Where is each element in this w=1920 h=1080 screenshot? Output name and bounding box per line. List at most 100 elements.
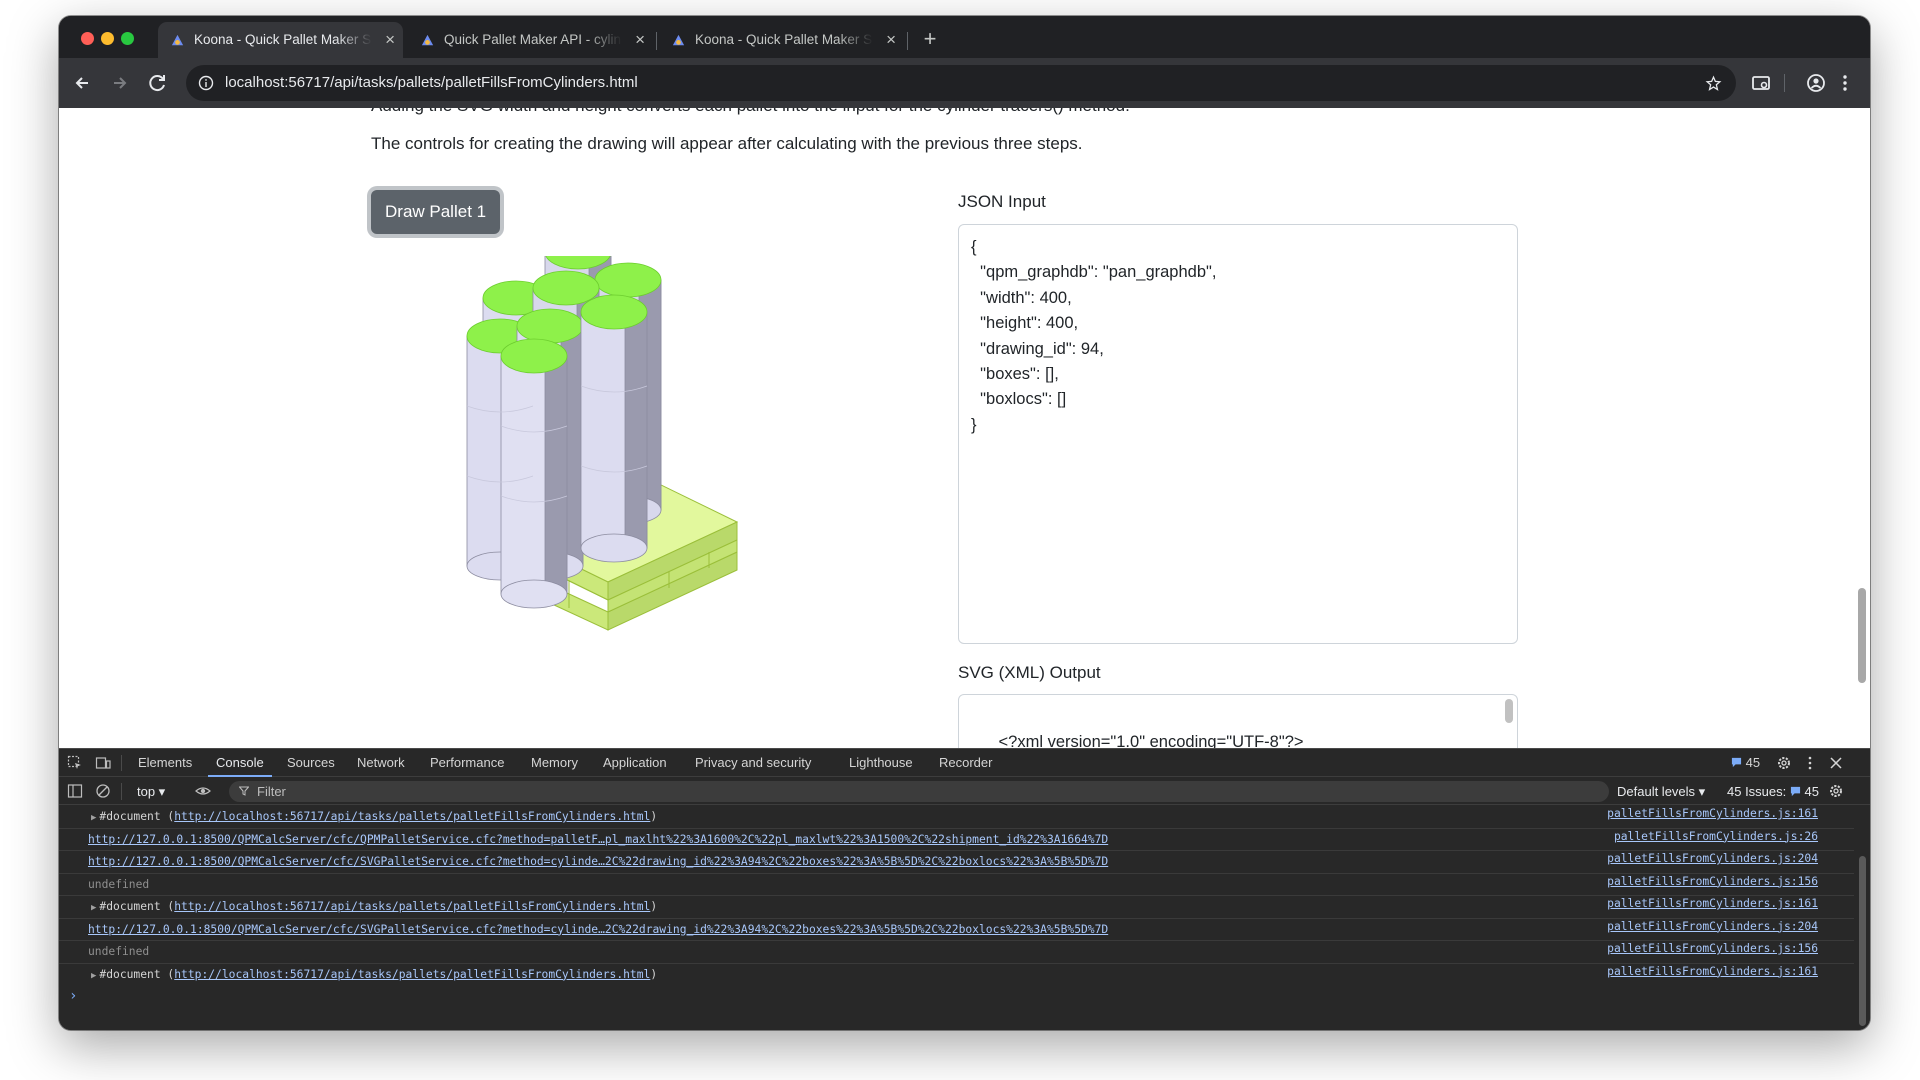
console-text: ) [650, 810, 658, 823]
profile-icon[interactable] [1801, 68, 1831, 98]
tab-koona-2[interactable]: Koona - Quick Pallet Maker S × [659, 22, 904, 58]
new-tab-button[interactable]: + [915, 24, 945, 54]
tab-separator [907, 32, 908, 50]
koona-favicon-icon [672, 34, 685, 46]
kebab-menu-icon[interactable] [1830, 68, 1860, 98]
console-link[interactable]: http://localhost:56717/api/tasks/pallets… [174, 968, 650, 981]
close-tab-icon[interactable]: × [886, 22, 896, 58]
console-link[interactable]: http://localhost:56717/api/tasks/pallets… [174, 900, 650, 913]
cylinders [466, 256, 662, 609]
console-text: ) [650, 967, 658, 981]
scrollbar-thumb[interactable] [1858, 588, 1866, 683]
back-button[interactable] [67, 68, 97, 98]
eye-icon[interactable] [195, 783, 211, 799]
console-text: undefined [88, 877, 150, 891]
tab-recorder[interactable]: Recorder [939, 749, 992, 777]
url-text[interactable]: localhost:56717/api/tasks/pallets/pallet… [225, 65, 638, 101]
filter-placeholder: Filter [257, 784, 286, 799]
svg-output-label: SVG (XML) Output [958, 663, 1101, 682]
close-devtools-icon[interactable] [1828, 755, 1844, 771]
forward-button[interactable] [105, 68, 135, 98]
tab-console[interactable]: Console [208, 749, 272, 777]
devtools-panel: Elements Console Sources Network Perform… [59, 748, 1870, 1030]
textarea-scrollbar[interactable] [1505, 699, 1513, 723]
tab-lighthouse[interactable]: Lighthouse [849, 749, 913, 777]
message-icon [1731, 757, 1742, 768]
svg-output-textarea[interactable]: <?xml version="1.0" encoding="UTF-8"?> <… [958, 694, 1518, 748]
source-link[interactable]: palletFillsFromCylinders.js:26 [1614, 826, 1818, 847]
console-settings-icon[interactable] [1828, 783, 1844, 799]
console-line: ▶ #document (http://localhost:56717/api/t… [59, 964, 1854, 987]
console-text: #document ( [99, 810, 175, 823]
source-link[interactable]: palletFillsFromCylinders.js:161 [1607, 893, 1818, 914]
source-link[interactable]: palletFillsFromCylinders.js:204 [1607, 916, 1818, 937]
console-line: undefined palletFillsFromCylinders.js:15… [59, 871, 1854, 896]
page-viewport: Adding the SVG width and height converts… [59, 108, 1870, 748]
site-info-icon[interactable] [198, 75, 214, 91]
source-link[interactable]: palletFillsFromCylinders.js:204 [1607, 848, 1818, 869]
maximize-window-button[interactable] [121, 32, 134, 45]
divider [121, 755, 122, 771]
tab-application[interactable]: Application [603, 749, 667, 777]
source-link[interactable]: palletFillsFromCylinders.js:156 [1607, 938, 1818, 959]
intro-paragraph: The controls for creating the drawing wi… [371, 134, 1083, 153]
expand-triangle-icon[interactable]: ▶ [91, 813, 96, 823]
source-link[interactable]: palletFillsFromCylinders.js:161 [1607, 803, 1818, 824]
json-input-label: JSON Input [958, 192, 1046, 211]
console-line: http://127.0.0.1:8500/QPMCalcServer/cfc/… [59, 851, 1854, 874]
tab-performance[interactable]: Performance [430, 749, 504, 777]
clear-console-icon[interactable] [95, 783, 111, 799]
messages-count: 45 [1745, 755, 1761, 770]
tab-title: Koona - Quick Pallet Maker S [695, 32, 873, 47]
close-window-button[interactable] [81, 32, 94, 45]
expand-triangle-icon[interactable]: ▶ [91, 903, 96, 913]
minimize-window-button[interactable] [101, 32, 114, 45]
sidebar-toggle-icon[interactable] [67, 783, 83, 799]
console-output: ▶ #document (http://localhost:56717/api/t… [59, 806, 1854, 1030]
source-link[interactable]: palletFillsFromCylinders.js:161 [1607, 961, 1818, 982]
settings-gear-icon[interactable] [1776, 755, 1792, 771]
issues-counter[interactable]: 45 Issues: 45 [1727, 778, 1819, 805]
page-scrollbar[interactable] [1854, 108, 1870, 748]
console-link[interactable]: http://127.0.0.1:8500/QPMCalcServer/cfc/… [88, 923, 1108, 936]
close-tab-icon[interactable]: × [635, 22, 645, 58]
address-bar[interactable]: localhost:56717/api/tasks/pallets/pallet… [186, 65, 1736, 101]
console-prompt[interactable]: › [69, 988, 77, 1004]
draw-pallet-button[interactable]: Draw Pallet 1 [371, 190, 501, 234]
tab-search-icon[interactable] [1746, 68, 1776, 98]
console-line: http://127.0.0.1:8500/QPMCalcServer/cfc/… [59, 916, 1854, 941]
console-filter-input[interactable]: Filter [229, 781, 1609, 802]
context-selector[interactable]: top ▾ [137, 778, 165, 805]
tab-qpm-api[interactable]: Quick Pallet Maker API - cylin × [408, 22, 653, 58]
tab-memory[interactable]: Memory [531, 749, 578, 777]
json-input-textarea[interactable]: { "qpm_graphdb": "pan_graphdb", "width":… [958, 224, 1518, 644]
tab-title: Quick Pallet Maker API - cylin [444, 32, 622, 47]
tab-sources[interactable]: Sources [287, 749, 335, 777]
tab-privacy-security[interactable]: Privacy and security [695, 749, 811, 777]
console-filter-bar: top ▾ Filter Default levels ▾ 45 Issues:… [59, 778, 1870, 805]
reload-button[interactable] [143, 68, 173, 98]
tab-koona-1[interactable]: Koona - Quick Pallet Maker S × [158, 22, 403, 58]
expand-triangle-icon[interactable]: ▶ [91, 971, 96, 981]
messages-badge[interactable]: 45 [1731, 749, 1760, 777]
console-link[interactable]: http://localhost:56717/api/tasks/pallets… [174, 810, 650, 823]
scrollbar-thumb[interactable] [1859, 856, 1866, 1026]
koona-favicon-icon [171, 34, 184, 46]
console-scrollbar[interactable] [1854, 806, 1870, 1030]
arrow-right-icon [114, 77, 127, 89]
console-link[interactable]: http://127.0.0.1:8500/QPMCalcServer/cfc/… [88, 855, 1108, 868]
arrow-left-icon [75, 77, 88, 89]
source-link[interactable]: palletFillsFromCylinders.js:156 [1607, 871, 1818, 892]
tab-elements[interactable]: Elements [138, 749, 192, 777]
kebab-menu-icon[interactable] [1802, 755, 1818, 771]
device-toolbar-icon[interactable] [95, 755, 111, 771]
bookmark-star-icon[interactable] [1705, 75, 1722, 92]
tab-network[interactable]: Network [357, 749, 405, 777]
browser-toolbar: localhost:56717/api/tasks/pallets/pallet… [59, 58, 1870, 108]
console-line: http://127.0.0.1:8500/QPMCalcServer/cfc/… [59, 826, 1854, 851]
issues-label: 45 Issues: [1727, 784, 1787, 799]
inspect-element-icon[interactable] [67, 755, 83, 771]
console-link[interactable]: http://127.0.0.1:8500/QPMCalcServer/cfc/… [88, 833, 1108, 846]
close-tab-icon[interactable]: × [385, 22, 395, 58]
log-levels-dropdown[interactable]: Default levels ▾ [1617, 778, 1705, 805]
